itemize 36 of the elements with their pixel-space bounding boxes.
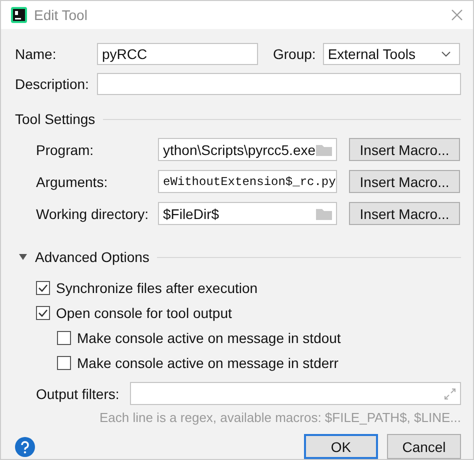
window-title: Edit Tool bbox=[34, 7, 88, 23]
checkbox[interactable] bbox=[57, 356, 71, 370]
insert-macro-button[interactable]: Insert Macro... bbox=[349, 138, 460, 161]
field-label: Working directory: bbox=[36, 206, 146, 222]
checkbox-label[interactable]: Make console active on message in stdout bbox=[77, 330, 341, 346]
name-field[interactable]: pyRCC bbox=[97, 43, 258, 65]
group-dropdown[interactable]: External Tools bbox=[322, 43, 460, 65]
field-label: Output filters: bbox=[36, 386, 120, 402]
section-title: Tool Settings bbox=[15, 111, 96, 127]
field-label: Arguments: bbox=[36, 174, 109, 190]
checkbox-label[interactable]: Make console active on message in stderr bbox=[77, 354, 338, 370]
triangle-down-icon[interactable] bbox=[19, 253, 27, 261]
checkbox[interactable] bbox=[57, 330, 71, 344]
path-field[interactable]: eWithoutExtension$_rc.py bbox=[158, 170, 337, 193]
hint-text: Each line is a regex, available macros: $FILE_PATH$, $LINE... bbox=[98, 410, 461, 425]
output-filters-field[interactable] bbox=[130, 382, 461, 405]
help-icon[interactable] bbox=[15, 436, 35, 456]
path-field[interactable]: $FileDir$ bbox=[158, 202, 337, 225]
close-icon[interactable] bbox=[451, 9, 463, 21]
insert-macro-button[interactable]: Insert Macro... bbox=[349, 170, 460, 193]
section-title: Advanced Options bbox=[35, 249, 150, 265]
checkbox-label[interactable]: Synchronize files after execution bbox=[56, 280, 258, 296]
checkbox-label[interactable]: Open console for tool output bbox=[56, 304, 232, 320]
description-field[interactable] bbox=[97, 73, 461, 95]
dialog-button[interactable]: Cancel bbox=[387, 434, 461, 459]
checkbox[interactable] bbox=[36, 306, 50, 320]
chevron-down-icon bbox=[440, 51, 451, 57]
checkbox[interactable] bbox=[36, 280, 50, 294]
field-label: Name: bbox=[15, 46, 58, 62]
path-field[interactable]: ython\Scripts\pyrcc5.exe bbox=[158, 138, 337, 161]
field-label: Description: bbox=[15, 76, 90, 92]
field-label: Program: bbox=[36, 142, 95, 158]
insert-macro-button[interactable]: Insert Macro... bbox=[349, 202, 460, 225]
app-logo-icon bbox=[11, 7, 27, 23]
field-label: Group: bbox=[273, 46, 316, 62]
dialog-button[interactable]: OK bbox=[304, 434, 378, 459]
